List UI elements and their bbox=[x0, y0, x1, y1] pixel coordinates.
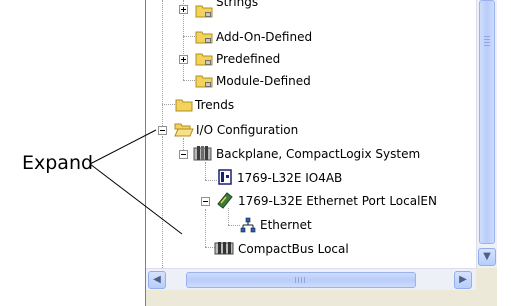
callout-lines bbox=[89, 129, 183, 235]
